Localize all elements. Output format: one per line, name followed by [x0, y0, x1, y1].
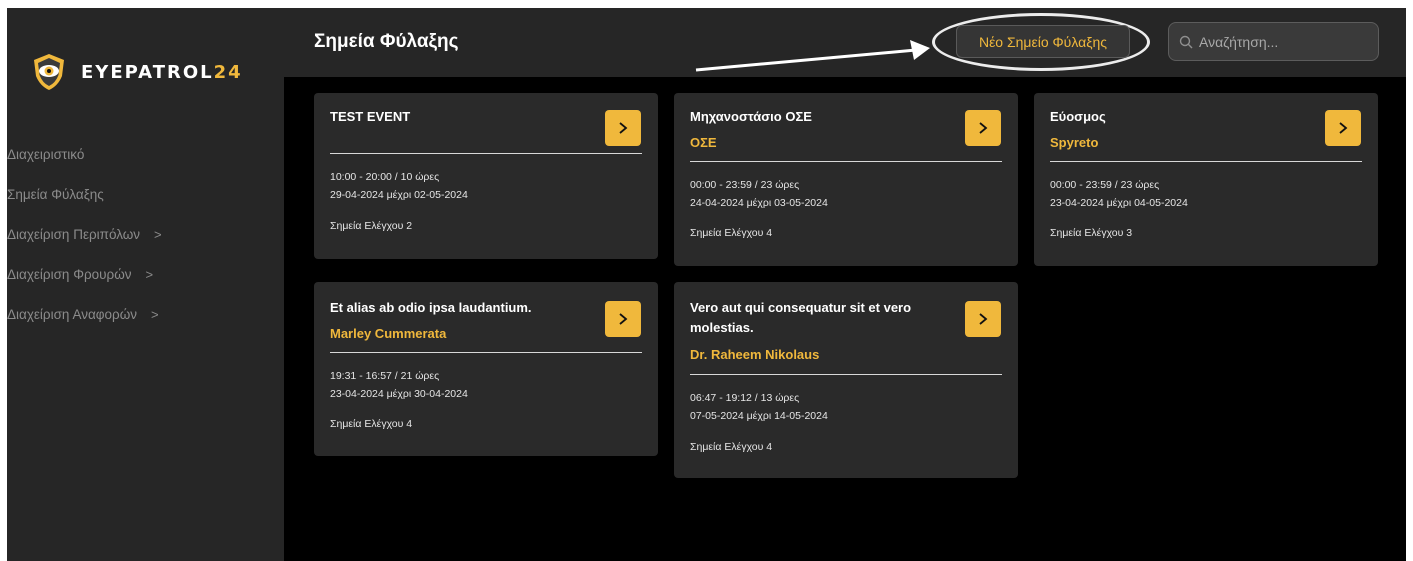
chevron-right-icon — [619, 313, 628, 325]
page-title: Σημεία Φύλαξης — [314, 31, 459, 52]
guard-point-card: Μηχανοστάσιο ΟΣΕ ΟΣΕ 00:00 - 23:59 / 23 … — [674, 93, 1018, 266]
card-subtitle: ΟΣΕ — [690, 135, 717, 150]
search-box[interactable] — [1168, 22, 1379, 61]
card-checkpoints: Σημεία Ελέγχου 4 — [690, 227, 773, 239]
card-checkpoints: Σημεία Ελέγχου 3 — [1050, 227, 1133, 239]
sidebar-nav: Διαχειριστικό Σημεία Φύλαξης Διαχείριση … — [7, 134, 284, 334]
card-title: Εύοσμος — [1050, 109, 1106, 124]
top-bar: Σημεία Φύλαξης Νέο Σημείο Φύλαξης — [284, 8, 1406, 77]
chevron-right-icon: > — [145, 266, 154, 282]
card-dates: 29-04-2024 μέχρι 02-05-2024 — [330, 189, 468, 201]
sidebar-item-guard-points[interactable]: Σημεία Φύλαξης — [7, 174, 284, 214]
card-divider — [690, 161, 1002, 162]
logo[interactable]: EYEPATROL24 — [31, 52, 243, 92]
card-time: 06:47 - 19:12 / 13 ώρες — [690, 392, 800, 404]
search-input[interactable] — [1199, 33, 1369, 50]
logo-text: EYEPATROL24 — [81, 61, 243, 83]
card-checkpoints: Σημεία Ελέγχου 4 — [330, 418, 413, 430]
card-divider — [330, 153, 642, 154]
card-subtitle: Dr. Raheem Nikolaus — [690, 347, 820, 362]
eye-shield-logo-icon — [34, 54, 64, 90]
card-title-line: molestias. — [690, 320, 754, 335]
guard-point-card: Vero aut qui consequatur sit et vero mol… — [674, 282, 1018, 478]
card-checkpoints: Σημεία Ελέγχου 4 — [690, 441, 773, 453]
guard-point-card: Et alias ab odio ipsa laudantium. Marley… — [314, 282, 658, 456]
sidebar-item-patrol-management[interactable]: Διαχείριση Περιπόλων > — [7, 214, 284, 254]
new-guard-point-button[interactable]: Νέο Σημείο Φύλαξης — [956, 25, 1130, 58]
guard-point-card: Εύοσμος Spyreto 00:00 - 23:59 / 23 ώρες … — [1034, 93, 1378, 266]
card-checkpoints: Σημεία Ελέγχου 2 — [330, 220, 413, 232]
chevron-right-icon — [979, 122, 988, 134]
chevron-right-icon: > — [151, 306, 159, 322]
sidebar-item-label: Διαχείριση Φρουρών — [7, 266, 132, 282]
card-time: 19:31 - 16:57 / 21 ώρες — [330, 370, 440, 382]
sidebar-item-label: Διαχείριση Περιπόλων — [7, 226, 141, 242]
card-subtitle: Marley Cummerata — [330, 326, 447, 341]
chevron-right-icon — [1339, 122, 1348, 134]
card-dates: 23-04-2024 μέχρι 04-05-2024 — [1050, 197, 1188, 209]
sidebar-item-report-management[interactable]: Διαχείριση Αναφορών > — [7, 294, 284, 334]
chevron-right-icon — [979, 313, 988, 325]
card-title: Et alias ab odio ipsa laudantium. — [330, 300, 532, 315]
search-icon — [1179, 35, 1193, 48]
chevron-right-icon — [619, 122, 628, 134]
card-time: 10:00 - 20:00 / 10 ώρες — [330, 171, 440, 183]
sidebar-item-guard-management[interactable]: Διαχείριση Φρουρών > — [7, 254, 284, 294]
card-time: 00:00 - 23:59 / 23 ώρες — [690, 179, 800, 191]
card-divider — [690, 374, 1002, 375]
open-card-button[interactable] — [965, 301, 1001, 337]
card-divider — [330, 352, 642, 353]
app-window: EYEPATROL24 Διαχειριστικό Σημεία Φύλαξης… — [7, 8, 1406, 561]
sidebar: EYEPATROL24 Διαχειριστικό Σημεία Φύλαξης… — [7, 8, 284, 561]
card-title: TEST EVENT — [330, 109, 411, 124]
card-dates: 23-04-2024 μέχρι 30-04-2024 — [330, 388, 468, 400]
card-time: 00:00 - 23:59 / 23 ώρες — [1050, 179, 1160, 191]
sidebar-item-label: Διαχείριση Αναφορών — [7, 306, 137, 322]
guard-point-card: TEST EVENT 10:00 - 20:00 / 10 ώρες 29-04… — [314, 93, 658, 259]
sidebar-item-label: Σημεία Φύλαξης — [7, 186, 104, 202]
card-divider — [1050, 161, 1362, 162]
annotation-arrow-icon — [695, 40, 930, 72]
card-title-line: Vero aut qui consequatur sit et vero — [690, 300, 912, 315]
open-card-button[interactable] — [605, 301, 641, 337]
chevron-right-icon: > — [154, 226, 162, 242]
card-title: Vero aut qui consequatur sit et vero mol… — [690, 298, 911, 338]
sidebar-item-dashboard[interactable]: Διαχειριστικό — [7, 134, 284, 174]
open-card-button[interactable] — [605, 110, 641, 146]
card-dates: 07-05-2024 μέχρι 14-05-2024 — [690, 410, 828, 422]
card-subtitle: Spyreto — [1050, 135, 1099, 150]
card-dates: 24-04-2024 μέχρι 03-05-2024 — [690, 197, 828, 209]
card-title: Μηχανοστάσιο ΟΣΕ — [690, 109, 812, 124]
open-card-button[interactable] — [1325, 110, 1361, 146]
open-card-button[interactable] — [965, 110, 1001, 146]
sidebar-item-label: Διαχειριστικό — [7, 146, 85, 162]
